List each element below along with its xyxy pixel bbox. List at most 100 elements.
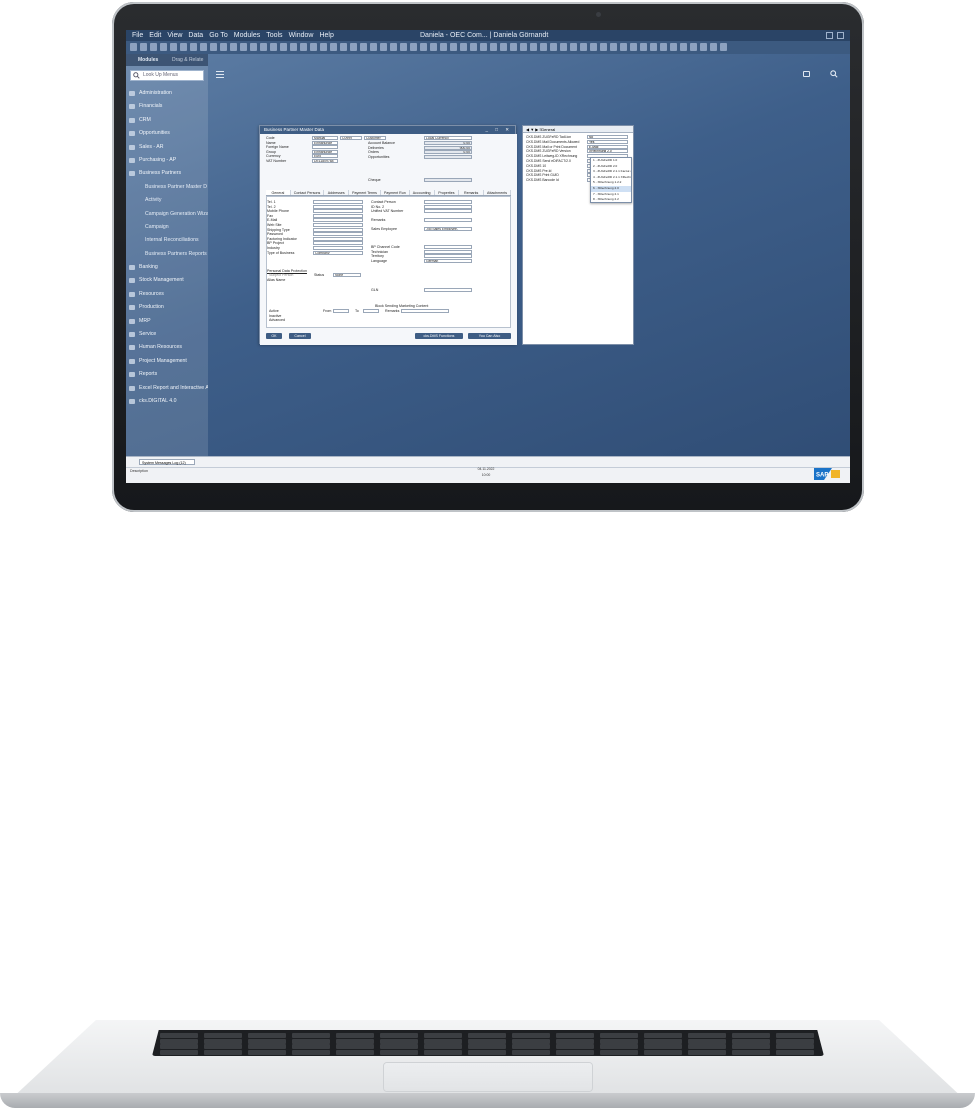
widget-icon[interactable] [803, 71, 810, 77]
toolbar-icon[interactable] [520, 43, 527, 51]
sidebar-item[interactable]: Project Management [126, 355, 208, 368]
toolbar-icon[interactable] [550, 43, 557, 51]
sidebar-item[interactable]: Service [126, 328, 208, 341]
udf-category[interactable]: General [541, 126, 555, 133]
toolbar-icon[interactable] [320, 43, 327, 51]
sidebar-item[interactable]: MRP [126, 315, 208, 328]
udf-value[interactable]: E-Mail [587, 144, 628, 149]
you-can-also-button[interactable]: You Can Also [468, 333, 511, 339]
toolbar-icon[interactable] [690, 43, 697, 51]
sidebar-item[interactable]: Business Partner Master D [126, 181, 208, 194]
sidebar-item[interactable]: Opportunities [126, 127, 208, 140]
gln-value[interactable] [424, 288, 472, 292]
toolbar-icon[interactable] [210, 43, 217, 51]
sidebar-item[interactable]: CRM [126, 114, 208, 127]
general-field-value[interactable] [313, 232, 363, 237]
general-field-value[interactable] [424, 200, 472, 204]
status-radio[interactable]: Active [269, 309, 279, 313]
type-field[interactable]: Customer [364, 136, 386, 140]
general-field-value[interactable]: German [424, 258, 472, 263]
toolbar-icon[interactable] [250, 43, 257, 51]
toolbar-icon[interactable] [580, 43, 587, 51]
toolbar-icon[interactable] [310, 43, 317, 51]
toolbar-icon[interactable] [430, 43, 437, 51]
toolbar-icon[interactable] [610, 43, 617, 51]
toolbar-icon[interactable] [450, 43, 457, 51]
search-icon[interactable] [830, 70, 838, 78]
toolbar-icon[interactable] [540, 43, 547, 51]
menu-item-help[interactable]: Help [319, 30, 333, 41]
toolbar-icon[interactable] [190, 43, 197, 51]
general-field-value[interactable] [313, 246, 363, 250]
close-button[interactable] [837, 32, 844, 39]
field-value[interactable]: Einnahunde [312, 140, 338, 145]
general-field-value[interactable] [424, 254, 472, 259]
sidebar-item[interactable]: Excel Report and Interactive A [126, 382, 208, 395]
toolbar-icon[interactable] [390, 43, 397, 51]
field-value[interactable]: Einnahunde [312, 149, 338, 154]
status-radio[interactable]: Inactive [269, 314, 281, 318]
status-value[interactable]: None [333, 273, 361, 277]
window-controls[interactable]: _ □ ✕ [486, 126, 513, 134]
tab-contact-persons[interactable]: Contact Persons [291, 190, 325, 195]
toolbar-icon[interactable] [650, 43, 657, 51]
tab-payment-run[interactable]: Payment Run [381, 190, 410, 195]
sidebar-item[interactable]: Purchasing - AP [126, 154, 208, 167]
sidebar-item[interactable]: Business Partners [126, 167, 208, 180]
sidebar-item[interactable]: Sales - AR [126, 141, 208, 154]
toolbar-icon[interactable] [240, 43, 247, 51]
toolbar-icon[interactable] [300, 43, 307, 51]
toolbar-icon[interactable] [470, 43, 477, 51]
toolbar-icon[interactable] [410, 43, 417, 51]
toolbar-icon[interactable] [720, 43, 727, 51]
field-value[interactable]: Euro [312, 154, 338, 159]
toolbar-icon[interactable] [420, 43, 427, 51]
sidebar-item[interactable]: Stock Management [126, 274, 208, 287]
sidebar-item[interactable]: Banking [126, 261, 208, 274]
menu-item-tools[interactable]: Tools [266, 30, 282, 41]
tab-general[interactable]: General [266, 190, 291, 195]
sidebar-item[interactable]: Business Partners Reports [126, 248, 208, 261]
toolbar-icon[interactable] [700, 43, 707, 51]
system-messages-tab[interactable]: System Messages Log (12) [139, 459, 195, 465]
to-date[interactable] [363, 309, 379, 313]
udf-nav-icons[interactable]: ◀ ▼ ▶ ≡ [526, 127, 542, 132]
zugferd-version-dropdown[interactable]: 1 - ZUGFeRD 1.0 2 - ZUGFeRD 2.0 3 - ZUGFeR… [590, 157, 632, 203]
general-field-value[interactable] [313, 204, 363, 209]
general-field-value[interactable] [313, 213, 363, 218]
toolbar-icon[interactable] [490, 43, 497, 51]
toolbar-icon[interactable] [230, 43, 237, 51]
toolbar-icon[interactable] [500, 43, 507, 51]
tab-attachments[interactable]: Attachments [484, 190, 512, 195]
tab-accounting[interactable]: Accounting [410, 190, 435, 195]
dropdown-option[interactable]: 8 - XRechnung 2.2 [591, 197, 631, 203]
toolbar-icon[interactable] [560, 43, 567, 51]
toolbar-icon[interactable] [530, 43, 537, 51]
toolbar-icon[interactable] [270, 43, 277, 51]
sidebar-item[interactable]: Administration [126, 87, 208, 100]
cancel-button[interactable]: Cancel [289, 333, 311, 339]
toolbar-icon[interactable] [160, 43, 167, 51]
general-field-value[interactable] [313, 241, 363, 246]
toolbar-icon[interactable] [510, 43, 517, 51]
toolbar-icon[interactable] [570, 43, 577, 51]
general-field-value[interactable]: Company [313, 250, 363, 255]
toolbar-icon[interactable] [640, 43, 647, 51]
menu-item-file[interactable]: File [132, 30, 143, 41]
toolbar-icon[interactable] [280, 43, 287, 51]
toolbar-icon[interactable] [340, 43, 347, 51]
general-field-value[interactable] [424, 209, 472, 214]
remarks-field[interactable] [401, 309, 449, 313]
sidebar-item[interactable]: Internal Reconciliations [126, 234, 208, 247]
general-field-value[interactable] [424, 204, 472, 209]
menu-item-modules[interactable]: Modules [234, 30, 260, 41]
general-field-value[interactable] [313, 218, 363, 223]
general-field-value[interactable] [424, 218, 472, 222]
dms-functions-button[interactable]: cks.DMS Functions [415, 333, 463, 339]
sidebar-item[interactable]: Reports [126, 368, 208, 381]
menu-item-data[interactable]: Data [188, 30, 203, 41]
field-value[interactable] [312, 145, 338, 150]
toolbar-icon[interactable] [130, 43, 137, 51]
udf-value[interactable]: Yes [587, 139, 628, 144]
toolbar-icon[interactable] [200, 43, 207, 51]
